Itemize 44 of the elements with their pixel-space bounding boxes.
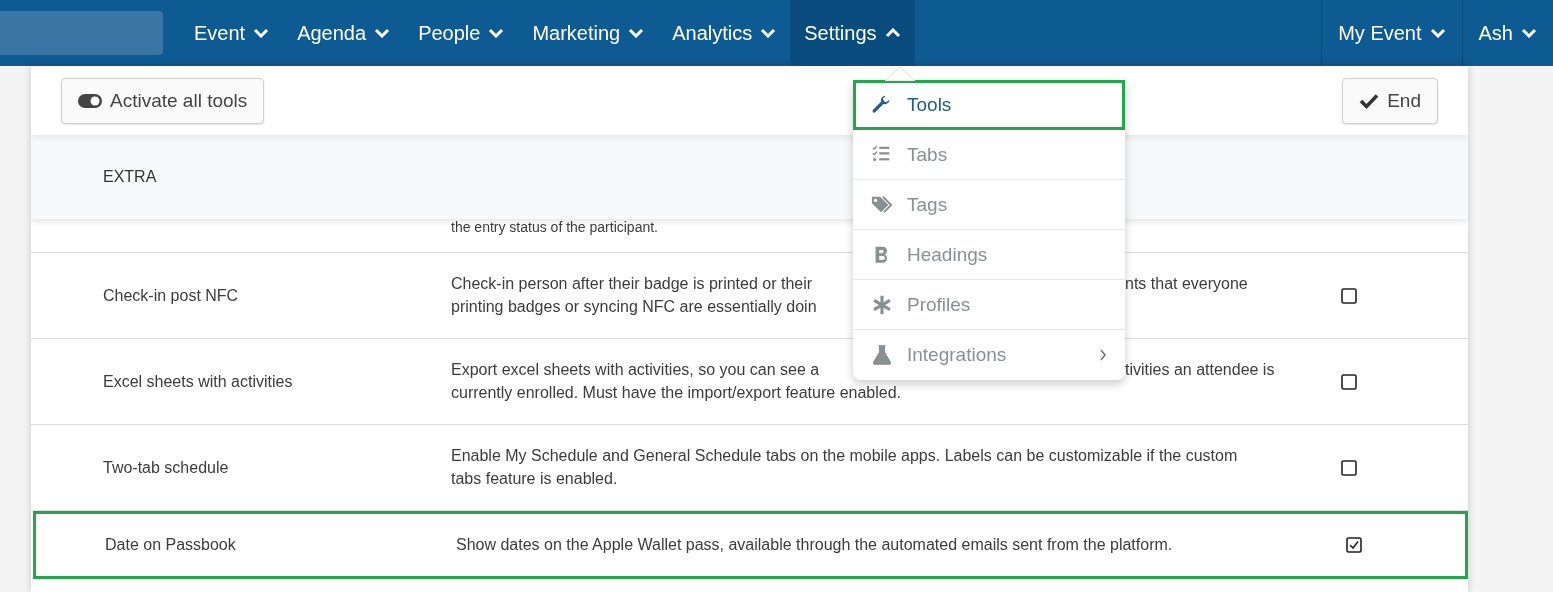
checkbox[interactable]: [1341, 459, 1357, 476]
toggle-icon: [78, 93, 102, 108]
description-text: nts that everyone: [1125, 274, 1249, 294]
nav-menu-item[interactable]: Marketing: [518, 0, 659, 66]
description-text: Export excel sheets with activities, so you can see a: [451, 360, 821, 380]
checkmark-icon: [1359, 92, 1380, 109]
nav-menu-item[interactable]: Event: [180, 0, 284, 66]
tool-name: Excel sheets with activities: [103, 372, 293, 390]
checkbox[interactable]: [1346, 537, 1362, 553]
tool-name: Date on Passbook: [105, 536, 236, 553]
tags-icon: [871, 193, 893, 216]
nav-menu-item[interactable]: Settings: [790, 0, 915, 66]
description-text: tabs feature is enabled.: [451, 469, 618, 489]
activate-all-button[interactable]: Activate all tools: [61, 77, 265, 124]
chevron-down-icon: [374, 28, 391, 38]
description-text: tivities an attendee is: [1125, 360, 1276, 380]
tool-name: Check-in post NFC: [103, 286, 239, 304]
chevron-right-icon: [1099, 348, 1107, 362]
section-title: EXTRA: [103, 168, 157, 186]
description-text: the entry status of the participant.: [451, 219, 658, 235]
description-text: Enable My Schedule and General Schedule tabs on the mobile apps. Labels can be customizable if the custom: [451, 446, 1238, 466]
description-text: Show dates on the Apple Wallet pass, available through the automated emails sent from the platform.: [456, 535, 1173, 555]
nav-menu-item[interactable]: People: [404, 0, 519, 66]
search-field[interactable]: [0, 11, 163, 55]
description-text: Check-in person after their badge is printed or their: [451, 274, 814, 294]
chevron-down-icon: [488, 28, 505, 38]
chevron-down-icon: [628, 28, 645, 38]
description-text: printing badges or syncing NFC are essentially doin: [451, 297, 817, 317]
chevron-down-icon: [253, 28, 270, 38]
checkbox[interactable]: [1341, 287, 1357, 304]
chevron-up-icon: [884, 28, 901, 38]
end-button[interactable]: End: [1342, 77, 1438, 124]
nav-menu-item[interactable]: Analytics: [658, 0, 791, 66]
asterisk-icon: [871, 293, 893, 316]
chevron-down-icon: [1429, 28, 1446, 38]
nav-menu-item[interactable]: Agenda: [283, 0, 405, 66]
chevron-down-icon: [760, 28, 777, 38]
description-text: currently enrolled. Must have the import/export feature enabled.: [451, 383, 902, 403]
checkbox[interactable]: [1341, 373, 1357, 390]
nav-menu-item[interactable]: Ash: [1461, 0, 1553, 66]
tool-name: Two-tab schedule: [103, 458, 229, 476]
chevron-down-icon: [1521, 28, 1537, 38]
menu-item[interactable]: Tools: [853, 80, 1125, 130]
flask-icon: [871, 344, 893, 366]
